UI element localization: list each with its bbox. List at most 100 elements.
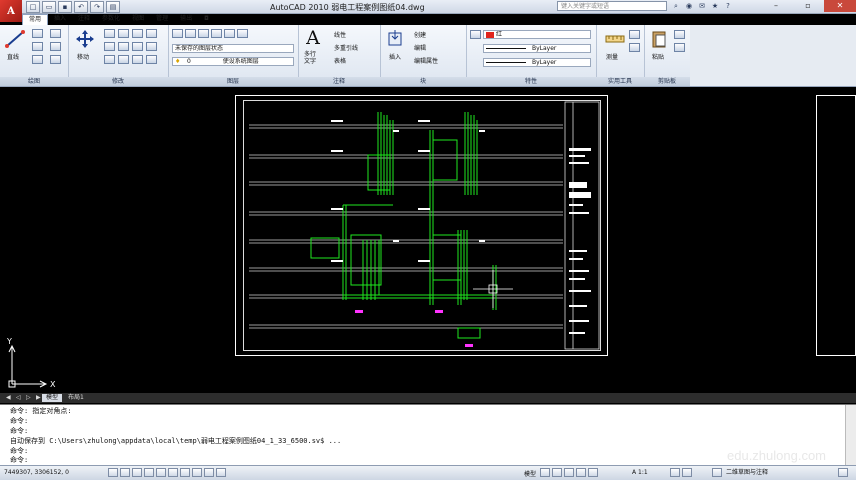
line-button[interactable] bbox=[4, 29, 26, 51]
create-block-button[interactable]: 创建 bbox=[414, 30, 426, 39]
ellipse-icon[interactable] bbox=[50, 55, 61, 64]
pan-icon[interactable] bbox=[552, 468, 562, 477]
annotation-panel-title[interactable]: 注释 bbox=[298, 77, 380, 86]
scale-icon[interactable] bbox=[104, 55, 115, 64]
multileader-button[interactable]: 多重引线 bbox=[334, 43, 358, 52]
layer-off-icon[interactable] bbox=[224, 29, 235, 38]
zoom-icon[interactable] bbox=[564, 468, 574, 477]
tab-home[interactable]: 常用 bbox=[22, 14, 49, 25]
edit-attributes-button[interactable]: 编辑属性 bbox=[414, 56, 438, 65]
erase-icon[interactable] bbox=[132, 29, 143, 38]
tab-extra[interactable]: ◘ bbox=[198, 14, 215, 24]
search-icon[interactable]: ⌕ bbox=[671, 1, 681, 11]
plot-icon[interactable]: ▤ bbox=[106, 1, 120, 13]
osnap-toggle-icon[interactable] bbox=[156, 468, 166, 477]
dyn-toggle-icon[interactable] bbox=[192, 468, 202, 477]
copy-clip-icon[interactable] bbox=[674, 43, 685, 52]
command-scrollbar[interactable] bbox=[845, 405, 856, 465]
tab-annotate[interactable]: 注释 bbox=[72, 14, 96, 24]
app-menu-button[interactable]: A bbox=[0, 0, 22, 22]
join-icon[interactable] bbox=[146, 55, 157, 64]
showmotion-icon[interactable] bbox=[588, 468, 598, 477]
offset-icon[interactable] bbox=[132, 55, 143, 64]
table-button[interactable]: 表格 bbox=[334, 56, 346, 65]
minimize-icon[interactable]: – bbox=[760, 0, 792, 12]
search-input[interactable]: 键入关键字或短语 bbox=[557, 1, 667, 11]
layer-state-icon[interactable] bbox=[185, 29, 196, 38]
clean-screen-icon[interactable] bbox=[838, 468, 848, 477]
lineweight-dropdown[interactable]: ByLayer bbox=[483, 58, 591, 67]
communication-icon[interactable]: ✉ bbox=[697, 1, 707, 11]
tab-layout1[interactable]: 布局1 bbox=[64, 394, 88, 402]
command-prompt-input[interactable]: 命令: bbox=[10, 455, 28, 465]
move-button[interactable] bbox=[74, 29, 96, 51]
insert-block-icon[interactable] bbox=[386, 29, 406, 49]
current-layer-dropdown[interactable]: ♦ 0 使设系统图层 bbox=[172, 57, 294, 66]
auto-scale-icon[interactable] bbox=[682, 468, 692, 477]
block-panel-title[interactable]: 块 bbox=[380, 77, 466, 86]
calculator-icon[interactable] bbox=[629, 43, 640, 52]
qp-toggle-icon[interactable] bbox=[216, 468, 226, 477]
tab-view[interactable]: 视图 bbox=[126, 14, 150, 24]
circle-icon[interactable] bbox=[32, 42, 43, 51]
polar-toggle-icon[interactable] bbox=[144, 468, 154, 477]
layer-freeze-icon[interactable] bbox=[211, 29, 222, 38]
workspace-icon[interactable] bbox=[712, 468, 722, 477]
paste-icon[interactable] bbox=[650, 29, 668, 49]
wiring-diagram[interactable] bbox=[243, 100, 601, 351]
help-icon[interactable]: ? bbox=[723, 1, 733, 11]
measure-icon[interactable] bbox=[604, 29, 626, 49]
grid-toggle-icon[interactable] bbox=[120, 468, 130, 477]
tab-output[interactable]: 输出 bbox=[174, 14, 198, 24]
open-icon[interactable]: ▭ bbox=[42, 1, 56, 13]
color-dropdown[interactable]: 红 bbox=[483, 30, 591, 39]
layer-lock-icon[interactable] bbox=[237, 29, 248, 38]
restore-icon[interactable]: ▫ bbox=[792, 0, 824, 12]
edit-block-button[interactable]: 编辑 bbox=[414, 43, 426, 52]
coordinate-readout[interactable]: 7449307, 3306152, 0 bbox=[4, 469, 69, 476]
utilities-panel-title[interactable]: 实用工具 bbox=[596, 77, 644, 86]
quick-select-icon[interactable] bbox=[629, 30, 640, 39]
match-properties-icon[interactable] bbox=[470, 30, 481, 39]
ortho-toggle-icon[interactable] bbox=[132, 468, 142, 477]
array-icon[interactable] bbox=[118, 55, 129, 64]
layers-panel-title[interactable]: 图层 bbox=[168, 77, 298, 86]
layer-properties-icon[interactable] bbox=[172, 29, 183, 38]
layer-isolate-icon[interactable] bbox=[198, 29, 209, 38]
annotation-scale[interactable]: A 1:1 bbox=[632, 469, 648, 476]
tab-model[interactable]: 模型 bbox=[42, 394, 63, 402]
otrack-toggle-icon[interactable] bbox=[168, 468, 178, 477]
properties-panel-title[interactable]: 特性 bbox=[466, 77, 596, 86]
text-icon[interactable]: A bbox=[302, 27, 324, 49]
explode-icon[interactable] bbox=[132, 42, 143, 51]
modify-panel-title[interactable]: 修改 bbox=[68, 77, 168, 86]
linear-dim-button[interactable]: 线性 bbox=[334, 30, 346, 39]
ducs-toggle-icon[interactable] bbox=[180, 468, 190, 477]
tab-manage[interactable]: 管理 bbox=[150, 14, 174, 24]
rotate-icon[interactable] bbox=[104, 29, 115, 38]
stretch-icon[interactable] bbox=[146, 42, 157, 51]
tab-parametric[interactable]: 参数化 bbox=[96, 14, 126, 24]
lineweight-toggle-icon[interactable] bbox=[204, 468, 214, 477]
tab-insert[interactable]: 插入 bbox=[48, 14, 72, 24]
trim-icon[interactable] bbox=[118, 29, 129, 38]
undo-icon[interactable]: ↶ bbox=[74, 1, 88, 13]
subscription-icon[interactable]: ◉ bbox=[684, 1, 694, 11]
mirror-icon[interactable] bbox=[104, 42, 115, 51]
cut-icon[interactable] bbox=[674, 30, 685, 39]
hatch-icon[interactable] bbox=[50, 42, 61, 51]
steering-wheel-icon[interactable] bbox=[576, 468, 586, 477]
rectangle-icon[interactable] bbox=[50, 29, 61, 38]
annotation-visibility-icon[interactable] bbox=[670, 468, 680, 477]
favorites-icon[interactable]: ★ bbox=[710, 1, 720, 11]
new-icon[interactable]: □ bbox=[26, 1, 40, 13]
model-space-label[interactable]: 模型 bbox=[524, 469, 536, 478]
workspace-label[interactable]: 二维草图与注释 bbox=[726, 467, 768, 476]
linetype-dropdown[interactable]: ByLayer bbox=[483, 44, 591, 53]
polyline-icon[interactable] bbox=[32, 29, 43, 38]
layer-state-dropdown[interactable]: 未保存的图层状态 bbox=[172, 44, 294, 53]
close-icon[interactable]: ✕ bbox=[824, 0, 856, 12]
arc-icon[interactable] bbox=[32, 55, 43, 64]
copy-icon[interactable] bbox=[146, 29, 157, 38]
layout-icon[interactable] bbox=[540, 468, 550, 477]
